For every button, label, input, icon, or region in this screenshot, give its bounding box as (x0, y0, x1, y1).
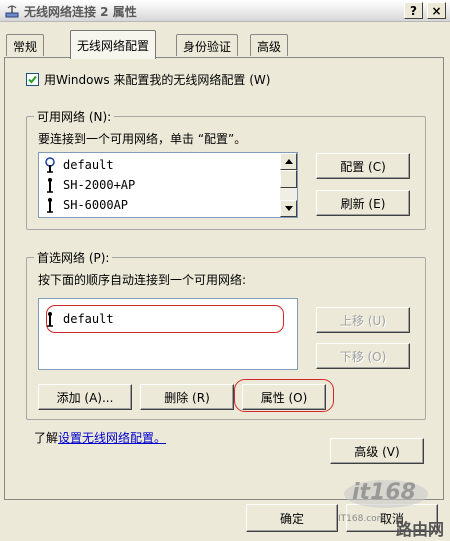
close-button[interactable]: × (427, 2, 446, 19)
scroll-up-button[interactable] (280, 153, 297, 170)
help-button[interactable]: ? (404, 2, 423, 19)
checkmark-icon (28, 75, 37, 84)
properties-button[interactable]: 属性 (O) (242, 384, 326, 410)
add-button[interactable]: 添加 (A)... (38, 384, 132, 410)
preferred-networks-list[interactable]: default (38, 298, 298, 370)
antenna-icon (47, 198, 53, 213)
list-item[interactable]: SH-6000AP (43, 196, 128, 214)
tab-strip: 常规 无线网络配置 身份验证 高级 (0, 30, 450, 59)
use-windows-checkbox-row[interactable]: 用Windows 来配置我的无线网络配置 (W) (26, 71, 270, 88)
available-networks-title: 可用网络 (N): (34, 108, 115, 125)
use-windows-label: 用Windows 来配置我的无线网络配置 (W) (44, 73, 271, 87)
network-name: default (63, 312, 114, 326)
ok-button[interactable]: 确定 (246, 504, 338, 532)
move-up-button[interactable]: 上移 (U) (316, 307, 410, 333)
window-title: 无线网络连接 2 属性 (24, 5, 137, 19)
use-windows-checkbox[interactable] (26, 73, 39, 86)
available-networks-list[interactable]: default SH-2000+AP SH-6000AP (38, 152, 298, 218)
watermark-site: IT168.com (338, 514, 386, 524)
config-antenna-icon (45, 157, 55, 173)
network-connection-icon (5, 5, 19, 18)
tab-advanced[interactable]: 高级 (250, 34, 289, 56)
watermark-text: 路由网 (396, 520, 445, 539)
advanced-button[interactable]: 高级 (V) (330, 438, 424, 464)
remove-button[interactable]: 删除 (R) (140, 384, 234, 410)
tab-general[interactable]: 常规 (6, 34, 45, 56)
title-bar: 无线网络连接 2 属性 ? × (0, 0, 450, 22)
preferred-networks-title: 首选网络 (P): (34, 249, 113, 266)
list-item[interactable]: default (43, 156, 114, 174)
refresh-button[interactable]: 刷新 (E) (316, 190, 410, 216)
antenna-icon (47, 178, 53, 193)
scroll-down-button[interactable] (280, 200, 297, 217)
tab-wireless-networks[interactable]: 无线网络配置 (70, 30, 157, 59)
list-item[interactable]: SH-2000+AP (43, 176, 135, 194)
network-name: default (63, 158, 114, 172)
list-item[interactable]: default (43, 310, 114, 328)
learn-more-prefix: 了解 (34, 431, 59, 445)
network-name: SH-2000+AP (63, 178, 136, 192)
scroll-thumb[interactable] (280, 170, 297, 188)
antenna-icon (47, 312, 53, 327)
network-name: SH-6000AP (63, 198, 129, 212)
watermark-brand: it168 (352, 480, 416, 505)
available-networks-desc: 要连接到一个可用网络，单击 “配置”。 (38, 132, 247, 146)
list-scrollbar[interactable] (280, 153, 297, 217)
configure-button[interactable]: 配置 (C) (316, 153, 410, 179)
preferred-networks-desc: 按下面的顺序自动连接到一个可用网络: (38, 273, 247, 287)
arrow-down-icon (284, 206, 293, 211)
arrow-up-icon (284, 159, 293, 164)
move-down-button[interactable]: 下移 (O) (316, 343, 410, 369)
watermark: it168 IT168.com 路由网 (334, 476, 448, 539)
learn-more-link[interactable]: 设置无线网络配置。 (58, 431, 166, 445)
tab-authentication[interactable]: 身份验证 (176, 34, 239, 56)
learn-more-row: 了解设置无线网络配置。 (34, 429, 166, 446)
